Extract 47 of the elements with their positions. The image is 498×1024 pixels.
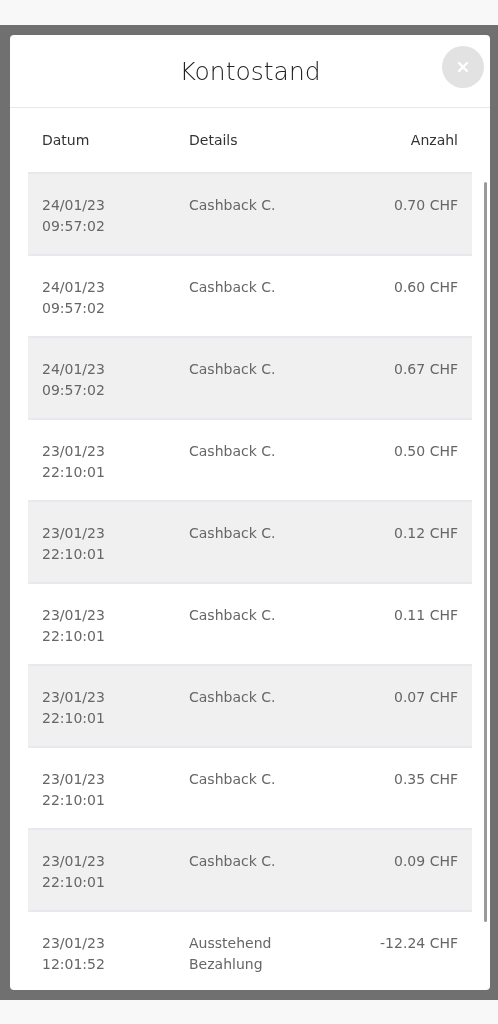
details-text: Cashback C.: [189, 360, 277, 379]
date-text: 24/01/23: [42, 278, 106, 297]
details-text: Cashback C.: [189, 524, 277, 543]
date-text: 23/01/23: [42, 770, 106, 789]
time-text: 22:10:01: [42, 627, 106, 646]
details-text: Ausstehend Bezahlung: [189, 934, 273, 974]
dialog-title: Kontostand: [179, 56, 321, 86]
amount-text: -12.24 CHF: [379, 934, 458, 953]
date-text: 23/01/23: [42, 442, 106, 461]
details-text: Cashback C.: [189, 442, 277, 461]
column-header: Details: [189, 132, 239, 148]
column-header: Datum: [42, 132, 91, 148]
amount-text: 0.67 CHF: [393, 360, 458, 379]
amount-text: 0.07 CHF: [393, 688, 458, 707]
time-text: 09:57:02: [42, 381, 106, 400]
amount-text: 0.50 CHF: [393, 442, 458, 461]
date-text: 23/01/23: [42, 852, 106, 871]
close-icon: [457, 61, 469, 73]
time-text: 22:10:01: [42, 545, 106, 564]
date-text: 23/01/23: [42, 524, 106, 543]
details-text: Cashback C.: [189, 196, 277, 215]
time-text: 22:10:01: [42, 463, 106, 482]
time-text: 09:57:02: [42, 299, 106, 318]
amount-text: 0.11 CHF: [393, 606, 458, 625]
date-text: 23/01/23: [42, 606, 106, 625]
amount-text: 0.09 CHF: [393, 852, 458, 871]
amount-text: 0.12 CHF: [393, 524, 458, 543]
date-text: 23/01/23: [42, 688, 106, 707]
date-text: 23/01/23: [42, 934, 106, 953]
date-text: 24/01/23: [42, 360, 106, 379]
details-text: Cashback C.: [189, 688, 277, 707]
time-text: 09:57:02: [42, 217, 106, 236]
details-text: Cashback C.: [189, 606, 277, 625]
amount-text: 0.60 CHF: [393, 278, 458, 297]
details-text: Cashback C.: [189, 278, 277, 297]
time-text: 22:10:01: [42, 709, 106, 728]
details-text: Cashback C.: [189, 770, 277, 789]
details-text: Cashback C.: [189, 852, 277, 871]
scrollbar[interactable]: [484, 182, 487, 922]
time-text: 22:10:01: [42, 873, 106, 892]
time-text: 12:01:52: [42, 955, 106, 974]
amount-text: 0.70 CHF: [393, 196, 458, 215]
time-text: 22:10:01: [42, 791, 106, 810]
column-header: Anzahl: [409, 132, 458, 148]
close-button[interactable]: [442, 46, 484, 88]
amount-text: 0.35 CHF: [393, 770, 458, 789]
date-text: 24/01/23: [42, 196, 106, 215]
